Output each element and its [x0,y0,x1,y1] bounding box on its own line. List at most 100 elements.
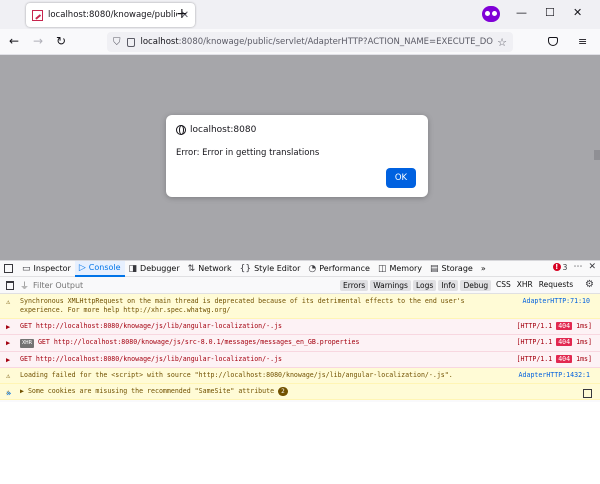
tab-storage[interactable]: ▤ Storage [426,261,477,277]
tab-inspector[interactable]: ▭ Inspector [18,261,75,277]
reload-button[interactable]: ↻ [56,34,66,48]
pocket-icon[interactable] [548,37,558,46]
close-devtools-icon[interactable]: ✕ [588,262,596,272]
performance-icon: ◔ [308,263,317,274]
message-text: GET http://localhost:8080/knowage/js/lib… [20,322,283,330]
filter-xhr-button[interactable]: XHR [517,280,533,289]
devtools-tabbar: ▭ Inspector ▷ Console ◨ Debugger ⇅ Network {… [0,260,600,277]
filter-info-button[interactable]: Info [438,280,459,291]
expand-arrow-icon[interactable]: ▶ [6,323,10,331]
console-input[interactable]: » [0,387,600,401]
private-browsing-icon [482,6,500,22]
message-text: Synchronous XMLHttpRequest on the main t… [20,297,465,314]
tab-label: Inspector [33,264,71,273]
storage-icon: ▤ [430,263,439,274]
filter-output-input[interactable] [33,280,294,290]
console-toolbar: ⏚ Errors Warnings Logs Info Debug CSS XH… [0,277,600,294]
expand-arrow-icon[interactable]: ▶ [6,356,10,364]
timing: 1ms] [576,322,592,330]
element-picker-icon[interactable] [4,264,13,273]
filter-icon: ⏚ [20,281,30,292]
tab-network[interactable]: ⇅ Network [184,261,236,277]
back-button[interactable]: ← [9,34,19,48]
console-settings-gear-icon[interactable]: ⚙ [585,279,594,290]
status-code-badge: 404 [556,338,573,346]
level-filters: Errors Warnings Logs Info Debug [340,280,492,291]
warning-icon: ⚠ [6,372,11,380]
console-message-error[interactable]: ▶ GET http://localhost:8080/knowage/js/l… [0,319,600,335]
warning-icon: ⚠ [6,298,11,306]
dialog-message: Error: Error in getting translations [176,148,320,158]
tab-performance[interactable]: ◔ Performance [304,261,374,277]
tab-debugger[interactable]: ◨ Debugger [125,261,184,277]
xhr-badge: XHR [20,339,34,348]
more-tools-button[interactable]: » [477,261,490,277]
bookmark-star-icon[interactable]: ☆ [497,36,507,49]
tab-style-editor[interactable]: {} Style Editor [236,261,305,277]
message-text: GET http://localhost:8080/knowage/js/src… [37,338,360,346]
tab-label: Memory [389,264,422,273]
tab-title: localhost:8080/knowage/public [48,10,177,20]
status-code-badge: 404 [556,322,573,330]
filter-debug-button[interactable]: Debug [460,280,492,291]
error-count-badge[interactable]: ! 3 [552,262,568,272]
tab-memory[interactable]: ◫ Memory [374,261,426,277]
site-info-icon[interactable] [126,37,135,47]
http-status: [HTTP/1.1 404 1ms] [516,355,592,363]
debugger-icon: ◨ [128,263,138,274]
editor-mode-icon[interactable] [583,389,592,398]
devtools-controls: ! 3 ⋯ ✕ [552,262,596,272]
console-message-warning[interactable]: ⚠ Synchronous XMLHttpRequest on the main… [0,294,600,319]
page-scrollbar[interactable] [594,150,600,160]
tab-strip: localhost:8080/knowage/public ✕ + — ☐ ✕ [0,0,600,29]
clear-console-icon[interactable] [6,280,14,290]
dialog-origin-text: localhost:8080 [190,125,257,135]
message-source-link[interactable]: AdapterHTTP:1432:1 [519,371,590,379]
console-empty-area[interactable] [0,402,600,484]
message-source-link[interactable]: AdapterHTTP:71:10 [523,297,591,305]
filter-requests-button[interactable]: Requests [539,280,573,289]
filter-logs-button[interactable]: Logs [412,280,437,291]
tab-console[interactable]: ▷ Console [74,260,125,277]
browser-tab[interactable]: localhost:8080/knowage/public ✕ [26,3,195,27]
page-content-overlay: localhost:8080 Error: Error in getting t… [0,55,600,260]
app-menu-icon[interactable]: ≡ [578,36,587,48]
http-status: [HTTP/1.1 404 1ms] [516,322,592,330]
url-text[interactable]: localhost:8080/knowage/public/servlet/Ad… [141,37,494,47]
url-host: localhost [140,37,179,47]
http-version: [HTTP/1.1 [516,338,553,346]
error-count: 3 [562,262,568,272]
tab-label: Console [88,263,121,272]
network-icon: ⇅ [187,263,196,274]
tab-label: Performance [319,264,370,273]
console-message-error[interactable]: ▶ XHR GET http://localhost:8080/knowage/j… [0,335,600,352]
style-editor-icon: {} [239,263,252,274]
message-text: Loading failed for the <script> with sou… [20,371,453,379]
close-window-button[interactable]: ✕ [573,6,582,20]
tab-label: Network [198,264,232,273]
dock-menu-icon[interactable]: ⋯ [573,262,582,272]
memory-icon: ◫ [377,263,387,274]
filter-css-button[interactable]: CSS [496,280,511,289]
status-code-badge: 404 [556,355,573,363]
dialog-origin: localhost:8080 [176,125,256,135]
ok-button[interactable]: OK [386,168,416,188]
filter-errors-button[interactable]: Errors [340,280,369,291]
maximize-button[interactable]: ☐ [545,6,555,20]
minimize-button[interactable]: — [516,6,527,20]
navigation-bar: ← → ↻ ⛉ localhost:8080/knowage/public/se… [0,29,600,55]
console-message-error[interactable]: ▶ GET http://localhost:8080/knowage/js/l… [0,352,600,368]
alert-dialog: localhost:8080 Error: Error in getting t… [166,115,428,197]
expand-arrow-icon[interactable]: ▶ [6,339,10,347]
inspector-icon: ▭ [22,263,31,274]
tab-label: Storage [441,264,473,273]
error-icon: ! [552,263,561,271]
filter-warnings-button[interactable]: Warnings [370,280,411,291]
new-tab-button[interactable]: + [176,6,188,22]
shield-icon[interactable]: ⛉ [113,37,121,48]
url-bar[interactable]: ⛉ localhost:8080/knowage/public/servlet/… [107,32,513,52]
forward-button[interactable]: → [33,34,43,48]
type-filters: CSS XHR Requests [496,280,573,289]
tab-label: Style Editor [254,264,301,273]
console-message-warning[interactable]: ⚠ Loading failed for the <script> with s… [0,368,600,384]
